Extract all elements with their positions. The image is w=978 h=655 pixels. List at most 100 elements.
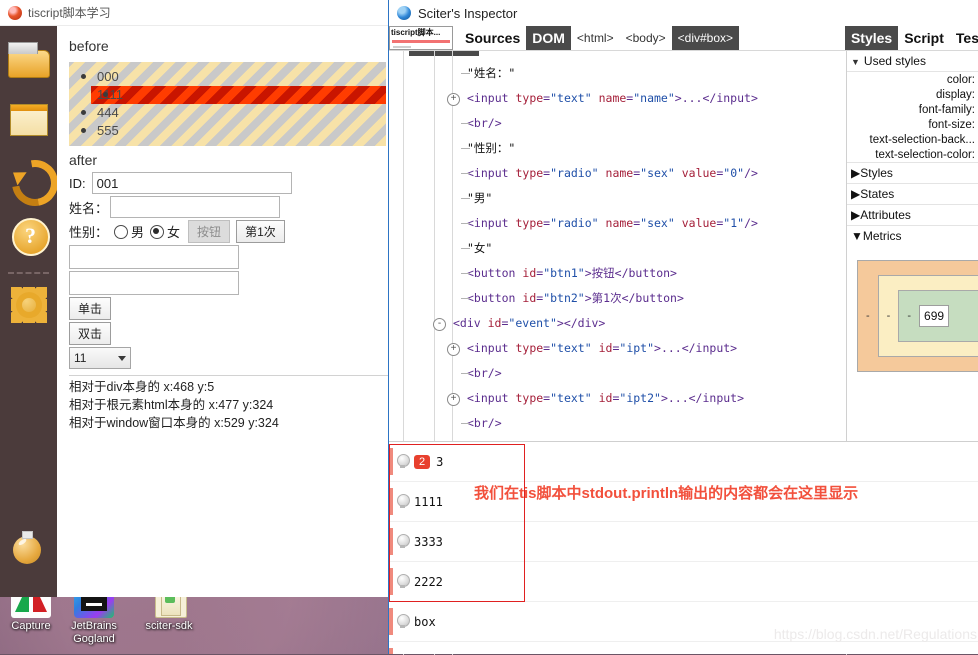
dom-tree-row[interactable]: <br/>: [407, 111, 846, 136]
app-logo-icon: [8, 5, 22, 20]
row-marker: [389, 648, 393, 654]
console-row[interactable]: 3333: [389, 522, 978, 562]
bulb-icon: [397, 574, 410, 589]
sidebar-item-settings[interactable]: [7, 284, 51, 328]
sciter-logo-icon: [397, 6, 411, 20]
style-property: text-selection-color:: [875, 149, 975, 161]
expand-icon[interactable]: +: [447, 93, 460, 106]
tab-dom[interactable]: DOM: [526, 26, 571, 50]
single-click-button[interactable]: 单击: [69, 297, 112, 320]
list-item[interactable]: 444: [69, 104, 386, 122]
name-row: 姓名：: [69, 196, 399, 218]
radio-male[interactable]: [114, 224, 129, 239]
inspector-title-text: Sciter's Inspector: [418, 5, 518, 21]
group-styles[interactable]: ▶Styles: [847, 162, 978, 183]
ipt-input[interactable]: [69, 245, 239, 269]
app-content: before 000 1111 444 555 after ID: 姓名： 性别…: [57, 26, 399, 597]
collapse-icon[interactable]: -: [433, 318, 446, 331]
row-marker: [389, 528, 393, 555]
radio-male-label: 男: [131, 225, 145, 240]
sidebar-item-open-folder[interactable]: [7, 40, 51, 84]
number-select-value: 11: [74, 351, 87, 365]
tab-styles[interactable]: Styles: [844, 26, 899, 50]
dom-tree-row[interactable]: + <input type="text" name="name">...</inp…: [407, 86, 846, 111]
dom-tree-row[interactable]: <br/>: [407, 361, 846, 386]
sidebar-item-help[interactable]: ?: [7, 214, 51, 258]
tree-branch-line: [461, 123, 470, 124]
tree-branch-line: [461, 273, 470, 274]
tree-branch-line: [461, 148, 470, 149]
console-row-text: box: [414, 614, 436, 629]
tab-sources[interactable]: Sources: [459, 26, 526, 50]
name-input[interactable]: [110, 196, 281, 218]
dom-tree-row[interactable]: + <input type="text" id="ipt2">...</input…: [407, 386, 846, 411]
dom-node-text: "男": [467, 191, 493, 205]
list-item[interactable]: 555: [69, 122, 386, 140]
count-button[interactable]: 第1次: [236, 220, 285, 243]
row-marker: [389, 448, 393, 475]
expand-icon[interactable]: +: [447, 393, 460, 406]
dom-tree-row[interactable]: <button id="btn2">第1次</button>: [407, 286, 846, 311]
breadcrumb-div-box[interactable]: <div#box>: [671, 26, 740, 50]
tab-script[interactable]: Script: [898, 26, 950, 50]
row-marker: [389, 568, 393, 595]
sidebar-item-bomb[interactable]: [6, 528, 50, 572]
tab-tests[interactable]: Tes: [950, 26, 978, 50]
style-property: text-selection-back...: [869, 134, 975, 146]
dom-node-text: <br/>: [467, 116, 502, 130]
disabled-button[interactable]: 按钮: [188, 220, 231, 243]
dom-tree-row[interactable]: <button id="btn1">按钮</button>: [407, 261, 846, 286]
name-label: 姓名：: [69, 200, 109, 216]
metrics-border-value: -: [886, 310, 891, 322]
style-property: font-family:: [918, 104, 975, 116]
bomb-icon: [13, 531, 41, 564]
breadcrumb-html[interactable]: <html>: [571, 26, 620, 50]
ipt2-input[interactable]: [69, 271, 239, 295]
tree-branch-line: [461, 73, 470, 74]
caret-down-icon: ▼: [851, 229, 863, 243]
dom-tree-row[interactable]: "女": [407, 236, 846, 261]
dom-tree-row[interactable]: "性别：": [407, 136, 846, 161]
row-marker: [389, 488, 393, 515]
dom-horizontal-scrollbar[interactable]: [409, 51, 479, 56]
console-row[interactable]: 23: [389, 442, 978, 482]
breadcrumb-body[interactable]: <body>: [620, 26, 672, 50]
dom-tree-row[interactable]: "男": [407, 186, 846, 211]
sidebar-item-refresh[interactable]: [2, 150, 67, 216]
app-titlebar: tiscript脚本学习: [0, 0, 388, 26]
desktop-icon-label: JetBrains Gogland: [71, 620, 117, 645]
group-metrics[interactable]: ▼Metrics: [847, 225, 978, 246]
group-attributes[interactable]: ▶Attributes: [847, 204, 978, 225]
dom-node-text: <div id="event"></div>: [453, 316, 606, 330]
double-click-row: 双击: [69, 322, 399, 345]
console-row[interactable]: 2222: [389, 562, 978, 602]
group-label: Styles: [860, 166, 893, 180]
tree-branch-line: [461, 173, 470, 174]
console-row-text: 3: [436, 454, 444, 469]
page-thumbnail[interactable]: tiscript脚本...: [389, 26, 453, 50]
dom-tree-row[interactable]: <br/>: [407, 411, 846, 436]
tree-branch-line: [461, 248, 470, 249]
console-panel[interactable]: 23111133332222box1i2不可见11112222 我们在tis脚本…: [389, 441, 978, 654]
sidebar-item-window[interactable]: [7, 98, 51, 142]
id-input[interactable]: [91, 172, 292, 194]
list-item[interactable]: 1111: [91, 86, 386, 104]
group-states[interactable]: ▶States: [847, 183, 978, 204]
double-click-button[interactable]: 双击: [69, 322, 112, 345]
number-select[interactable]: 11: [69, 347, 131, 369]
used-styles-section[interactable]: ▼ Used styles: [847, 51, 978, 72]
annotation-text: 我们在tis脚本中stdout.println输出的内容都会在这里显示: [474, 485, 859, 502]
dom-tree-row[interactable]: + <input type="text" id="ipt">...</input>: [407, 336, 846, 361]
dom-tree-row[interactable]: <input type="radio" name="sex" value="1"…: [407, 211, 846, 236]
used-styles-label: Used styles: [863, 54, 926, 68]
sidebar-divider: [8, 272, 49, 274]
dom-tree-row[interactable]: "姓名：": [407, 61, 846, 86]
list-item[interactable]: 000: [69, 68, 386, 86]
radio-female[interactable]: [150, 224, 165, 239]
dom-tree-row[interactable]: <input type="radio" name="sex" value="0"…: [407, 161, 846, 186]
metrics-padding-box: - 699: [898, 290, 978, 342]
chevron-down-icon: [118, 355, 126, 361]
expand-icon[interactable]: +: [447, 343, 460, 356]
dom-tree-row[interactable]: - <div id="event"></div>: [407, 311, 846, 336]
thumbnail-line: [393, 46, 411, 48]
